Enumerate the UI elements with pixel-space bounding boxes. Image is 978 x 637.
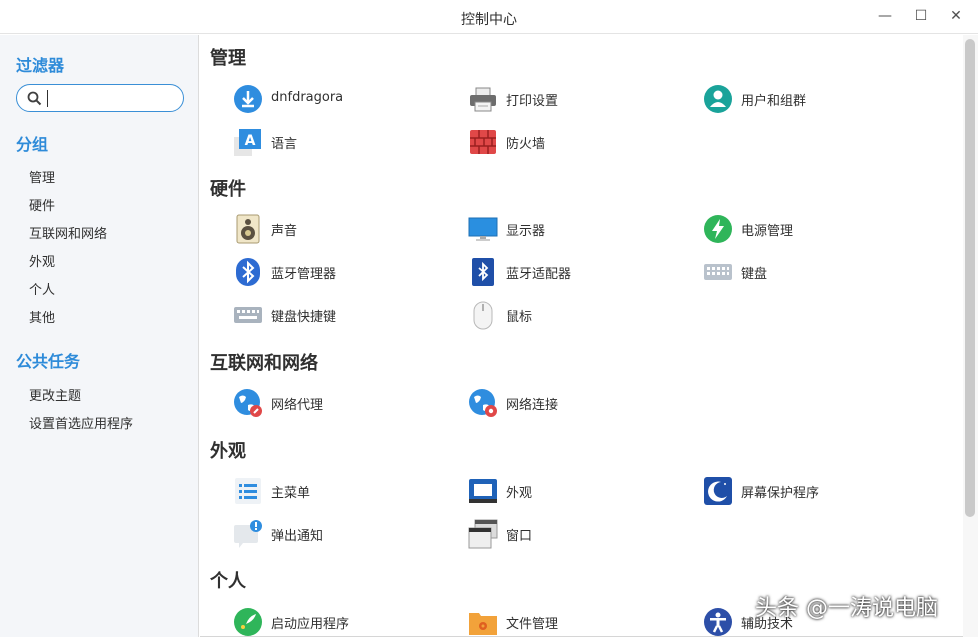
filter-heading: 过滤器 [16, 56, 65, 75]
file-manager-icon [469, 613, 497, 635]
task-preferred-apps[interactable]: 设置首选应用程序 [29, 413, 133, 432]
launcher-label: 蓝牙适配器 [506, 267, 572, 282]
control-panel-content: 管理 dnfdragora 打印设置 用户和组群 A 语言 防火墙 硬件 声音 … [200, 35, 963, 637]
launcher-power-management[interactable]: 电源管理 [703, 214, 903, 244]
svg-text:A: A [245, 133, 256, 149]
launcher-label: 电源管理 [741, 224, 794, 239]
screensaver-icon [704, 477, 732, 505]
bluetooth-adapter-icon [472, 258, 494, 286]
launcher-label: 启动应用程序 [271, 617, 350, 632]
download-icon [234, 85, 262, 113]
startup-apps-icon [234, 608, 262, 636]
launcher-file-management[interactable]: 文件管理 [468, 607, 668, 637]
network-proxy-icon [234, 389, 262, 417]
scrollbar-thumb[interactable] [965, 39, 975, 517]
notification-icon [234, 520, 262, 548]
vertical-scrollbar[interactable] [963, 35, 978, 637]
section-title-appearance: 外观 [210, 441, 246, 462]
bluetooth-icon [236, 258, 260, 286]
launcher-keyboard-shortcuts[interactable]: 键盘快捷键 [233, 300, 433, 330]
network-connections-icon [469, 389, 497, 417]
launcher-network-proxy[interactable]: 网络代理 [233, 388, 433, 418]
launcher-bluetooth-manager[interactable]: 蓝牙管理器 [233, 257, 433, 287]
close-button[interactable]: ✕ [944, 5, 968, 27]
launcher-label: 鼠标 [506, 310, 533, 325]
monitor-icon [468, 217, 498, 241]
launcher-keyboard[interactable]: 键盘 [703, 257, 903, 287]
speaker-icon [236, 214, 260, 244]
sidebar-item-management[interactable]: 管理 [29, 167, 55, 186]
launcher-print-settings[interactable]: 打印设置 [468, 84, 668, 114]
launcher-label: 声音 [271, 224, 298, 239]
power-icon [704, 215, 732, 243]
launcher-label: 外观 [506, 486, 533, 501]
launcher-label: 显示器 [506, 224, 546, 239]
launcher-label: 屏幕保护程序 [741, 486, 820, 501]
launcher-label: 文件管理 [506, 617, 559, 632]
launcher-appearance[interactable]: 外观 [468, 476, 668, 506]
launcher-label: 网络代理 [271, 398, 324, 413]
launcher-bluetooth-adapter[interactable]: 蓝牙适配器 [468, 257, 668, 287]
launcher-label: 窗口 [506, 529, 533, 544]
language-icon: A [234, 129, 261, 156]
windows-icon [468, 519, 498, 549]
maximize-button[interactable]: ☐ [909, 5, 933, 27]
firewall-icon [470, 130, 496, 154]
launcher-language[interactable]: A 语言 [233, 127, 433, 157]
text-cursor [47, 90, 48, 107]
task-change-theme[interactable]: 更改主题 [29, 385, 81, 404]
launcher-label: 键盘快捷键 [271, 310, 337, 325]
minimize-button[interactable]: — [873, 5, 897, 27]
launcher-main-menu[interactable]: 主菜单 [233, 476, 433, 506]
window-title: 控制中心 [461, 12, 517, 28]
watermark: 头条 @一涛说电脑 [755, 596, 938, 621]
launcher-dnfdragora[interactable]: dnfdragora [233, 84, 433, 114]
printer-icon [470, 87, 496, 112]
main-menu-icon [235, 478, 261, 504]
launcher-network-connections[interactable]: 网络连接 [468, 388, 668, 418]
title-bar: 控制中心 — ☐ ✕ [0, 0, 978, 34]
section-title-hardware: 硬件 [210, 179, 246, 200]
sidebar-item-appearance[interactable]: 外观 [29, 251, 55, 270]
keyboard-shortcuts-icon [234, 307, 262, 323]
section-title-personal: 个人 [210, 571, 246, 592]
sidebar: 过滤器 分组 管理 硬件 互联网和网络 外观 个人 其他 公共任务 更改主题 设… [0, 35, 199, 637]
launcher-firewall[interactable]: 防火墙 [468, 127, 668, 157]
launcher-label: 弹出通知 [271, 529, 324, 544]
appearance-icon [469, 479, 497, 503]
sidebar-item-personal[interactable]: 个人 [29, 279, 55, 298]
launcher-sound[interactable]: 声音 [233, 214, 433, 244]
launcher-users-groups[interactable]: 用户和组群 [703, 84, 903, 114]
launcher-label: 打印设置 [506, 94, 559, 109]
section-title-internet-network: 互联网和网络 [210, 353, 318, 374]
launcher-label: dnfdragora [271, 90, 344, 105]
search-input[interactable] [16, 84, 184, 112]
section-title-management: 管理 [210, 48, 246, 69]
mouse-icon [473, 301, 493, 330]
launcher-label: 蓝牙管理器 [271, 267, 337, 282]
launcher-label: 防火墙 [506, 137, 546, 152]
users-icon [704, 85, 732, 113]
launcher-label: 语言 [271, 137, 298, 152]
launcher-windows[interactable]: 窗口 [468, 519, 668, 549]
accessibility-icon [704, 608, 732, 636]
launcher-startup-applications[interactable]: 启动应用程序 [233, 607, 433, 637]
tasks-heading: 公共任务 [16, 352, 81, 371]
launcher-label: 键盘 [741, 267, 768, 282]
sidebar-item-internet-network[interactable]: 互联网和网络 [29, 223, 107, 242]
launcher-label: 主菜单 [271, 486, 311, 501]
keyboard-icon [704, 264, 732, 280]
sidebar-item-other[interactable]: 其他 [29, 307, 55, 326]
launcher-label: 网络连接 [506, 398, 559, 413]
search-icon [27, 91, 42, 106]
launcher-screensaver[interactable]: 屏幕保护程序 [703, 476, 903, 506]
group-heading: 分组 [16, 135, 49, 154]
launcher-display[interactable]: 显示器 [468, 214, 668, 244]
launcher-label: 用户和组群 [741, 94, 807, 109]
sidebar-item-hardware[interactable]: 硬件 [29, 195, 55, 214]
launcher-popup-notifications[interactable]: 弹出通知 [233, 519, 433, 549]
launcher-mouse[interactable]: 鼠标 [468, 300, 668, 330]
